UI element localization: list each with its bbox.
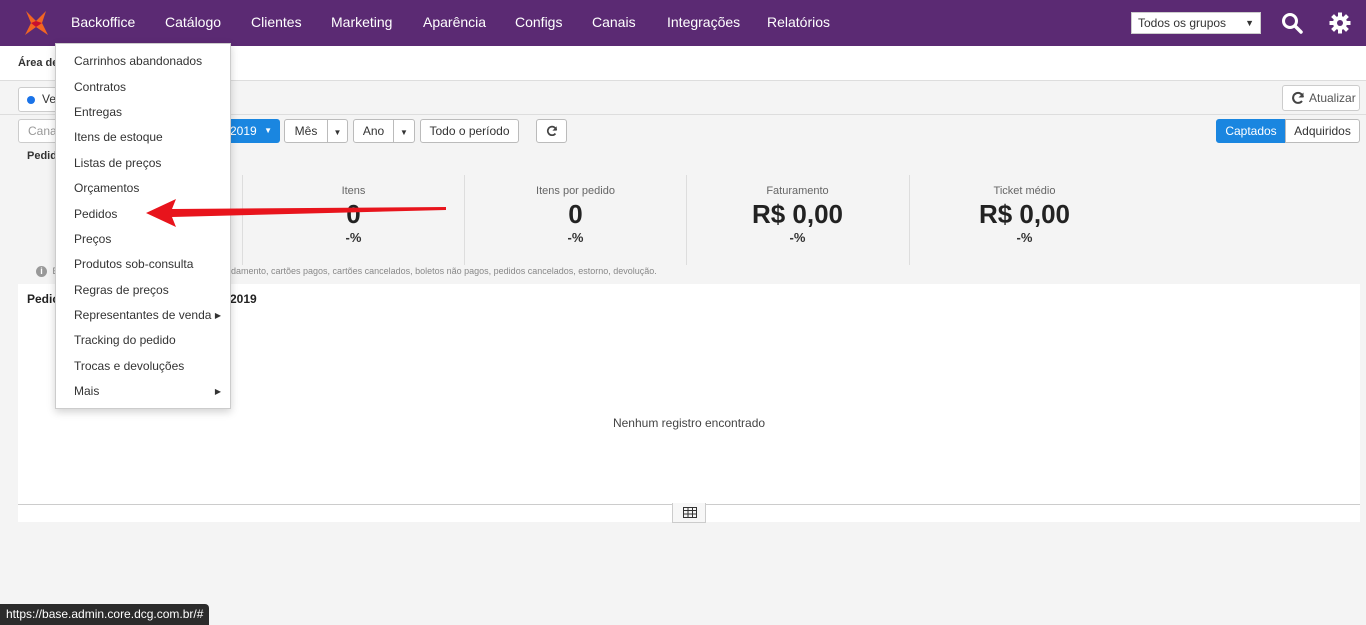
- table-view-toggle[interactable]: [672, 503, 706, 523]
- top-navbar: Backoffice Catálogo Clientes Marketing A…: [0, 0, 1366, 46]
- table-icon: [683, 507, 697, 518]
- pedidos-label: Pedid: [27, 150, 57, 162]
- metric-label: Itens por pedido: [536, 185, 615, 197]
- empty-message: Nenhum registro encontrado: [612, 416, 766, 430]
- nav-clientes[interactable]: Clientes: [251, 14, 302, 30]
- menu-item-itens-de-estoque[interactable]: Itens de estoque: [74, 130, 163, 144]
- metric-delta: -%: [1016, 230, 1033, 245]
- table-title-year: 2019: [230, 292, 257, 306]
- menu-item-contratos[interactable]: Contratos: [74, 80, 126, 94]
- metric-value: R$ 0,00: [978, 199, 1071, 229]
- status-dot-icon: [27, 96, 35, 104]
- breadcrumb: Área de: [18, 57, 59, 69]
- refresh-icon: [1292, 91, 1304, 104]
- captados-toggle[interactable]: Captados: [1216, 119, 1286, 143]
- metric-value: R$ 0,00: [751, 199, 844, 229]
- menu-item-mais[interactable]: Mais: [74, 384, 99, 398]
- metric-faturamento: Faturamento R$ 0,00 -%: [686, 175, 908, 265]
- annotation-arrow-icon: [146, 199, 446, 227]
- date-range-label: 2019: [230, 124, 257, 138]
- group-select-value: Todos os grupos: [1138, 16, 1227, 30]
- menu-item-precos[interactable]: Preços: [74, 232, 111, 246]
- refresh-label: Atualizar: [1309, 91, 1356, 105]
- metric-delta: -%: [567, 230, 584, 245]
- menu-item-orcamentos[interactable]: Orçamentos: [74, 181, 139, 195]
- tab-vendas-label: Ve: [42, 92, 57, 106]
- menu-item-carrinhos-abandonados[interactable]: Carrinhos abandonados: [74, 54, 202, 68]
- metric-delta: -%: [345, 230, 362, 245]
- logo-icon[interactable]: [22, 8, 50, 38]
- nav-integracoes[interactable]: Integrações: [667, 14, 740, 30]
- refresh-button[interactable]: Atualizar: [1282, 85, 1360, 111]
- submenu-arrow-icon: ▶: [214, 311, 221, 320]
- caret-down-icon: ▼: [264, 126, 272, 135]
- menu-item-regras-de-precos[interactable]: Regras de preços: [74, 283, 169, 297]
- mes-dropdown-toggle[interactable]: ▼: [327, 119, 348, 143]
- refresh-icon: [546, 125, 557, 137]
- metric-label: Faturamento: [766, 185, 829, 197]
- nav-relatorios[interactable]: Relatórios: [767, 14, 830, 30]
- nav-aparencia[interactable]: Aparência: [423, 14, 486, 30]
- adquiridos-toggle[interactable]: Adquiridos: [1285, 119, 1360, 143]
- metric-label: Ticket médio: [993, 185, 1056, 197]
- metric-value: 0: [568, 199, 583, 229]
- metric-itens-por-pedido: Itens por pedido 0 -%: [464, 175, 686, 265]
- menu-item-entregas[interactable]: Entregas: [74, 105, 122, 119]
- menu-item-tracking-do-pedido[interactable]: Tracking do pedido: [74, 333, 176, 347]
- submenu-arrow-icon: ▶: [214, 387, 221, 396]
- reload-button[interactable]: [536, 119, 567, 143]
- caret-down-icon: ▼: [1245, 18, 1254, 28]
- metric-ticket-medio: Ticket médio R$ 0,00 -%: [909, 175, 1139, 265]
- nav-configs[interactable]: Configs: [515, 14, 562, 30]
- info-note-text: damento, cartões pagos, cartões cancelad…: [231, 266, 657, 276]
- status-bar-url: https://base.admin.core.dcg.com.br/#: [0, 604, 210, 625]
- nav-backoffice[interactable]: Backoffice: [71, 14, 135, 30]
- caret-down-icon: ▼: [333, 128, 342, 137]
- caret-down-icon: ▼: [400, 128, 408, 137]
- menu-item-pedidos[interactable]: Pedidos: [74, 207, 117, 221]
- info-icon: i: [36, 266, 47, 277]
- ano-button[interactable]: Ano: [353, 119, 394, 143]
- group-select[interactable]: Todos os grupos ▼: [1131, 12, 1261, 34]
- mes-button[interactable]: Mês: [284, 119, 328, 143]
- nav-catalogo[interactable]: Catálogo: [165, 14, 221, 30]
- menu-item-listas-de-precos[interactable]: Listas de preços: [74, 156, 161, 170]
- menu-item-representantes-de-venda[interactable]: Representantes de venda: [74, 308, 211, 322]
- menu-item-trocas-e-devolucoes[interactable]: Trocas e devoluções: [74, 359, 184, 373]
- nav-canais[interactable]: Canais: [592, 14, 636, 30]
- todo-periodo-button[interactable]: Todo o período: [420, 119, 519, 143]
- nav-marketing[interactable]: Marketing: [331, 14, 392, 30]
- metric-delta: -%: [789, 230, 806, 245]
- search-icon[interactable]: [1280, 11, 1304, 35]
- menu-item-produtos-sob-consulta[interactable]: Produtos sob-consulta: [74, 257, 193, 271]
- ano-dropdown-toggle[interactable]: ▼: [393, 119, 415, 143]
- gear-icon[interactable]: [1328, 11, 1352, 35]
